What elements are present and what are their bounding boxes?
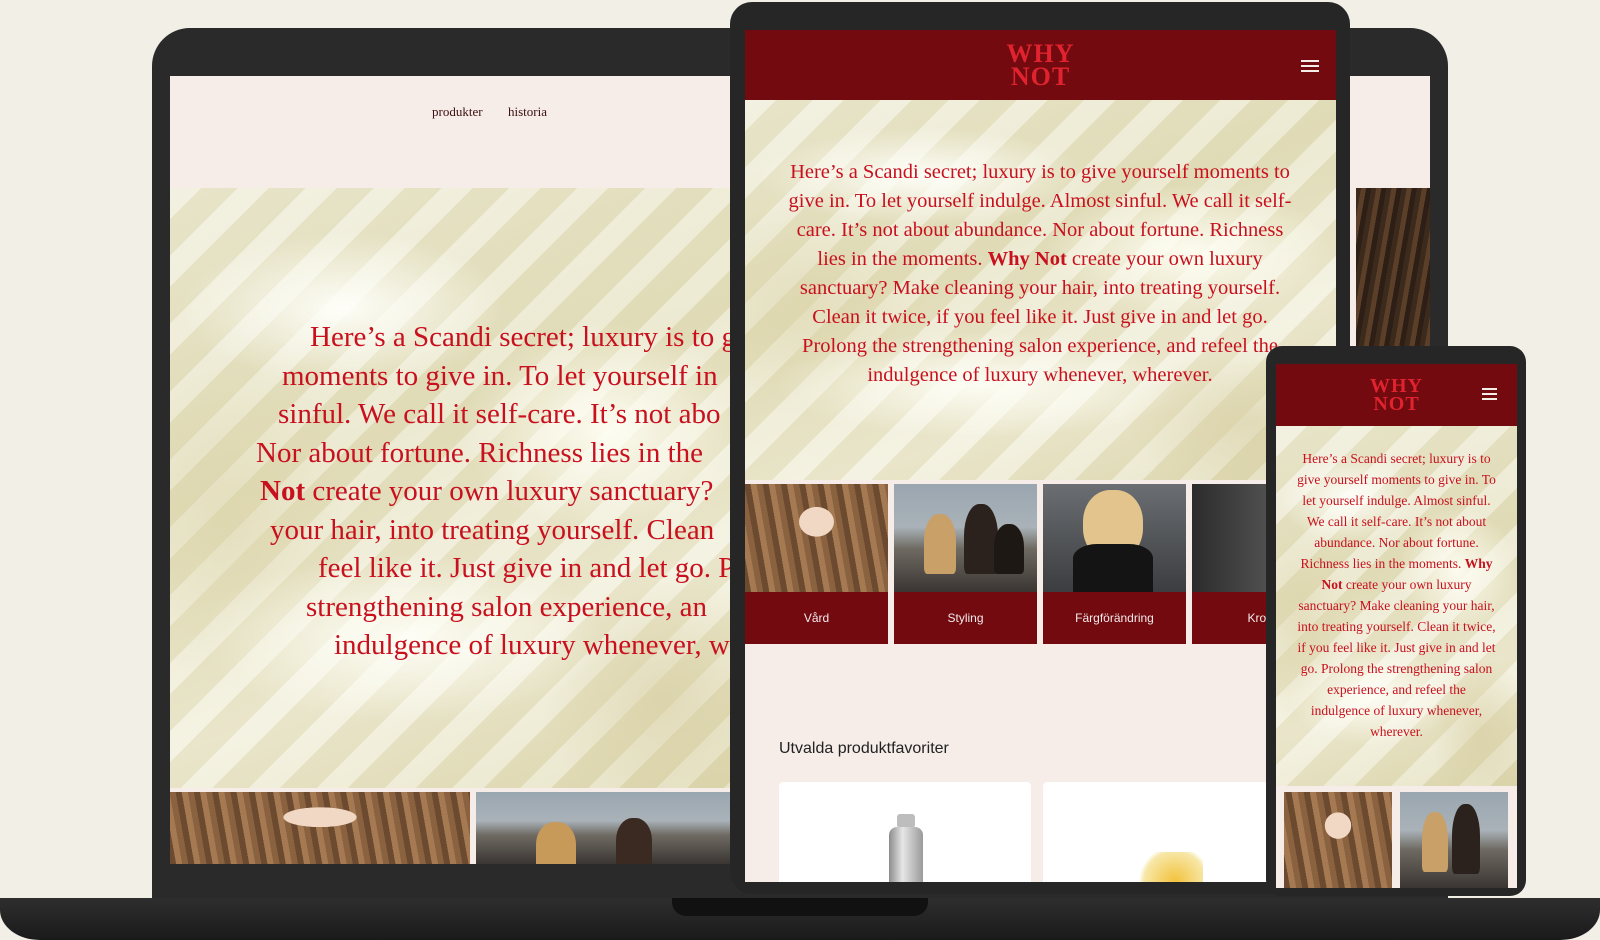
category-card-vard[interactable]: Vård <box>745 484 888 644</box>
category-label: Vård <box>745 592 888 644</box>
category-image[interactable] <box>476 792 756 864</box>
category-image <box>894 484 1037 592</box>
nav-link-produkter[interactable]: produkter <box>432 104 483 120</box>
hero-text-span: Here’s a Scandi secret; luxury is to giv… <box>1297 451 1496 571</box>
logo-line: NOT <box>1373 393 1420 415</box>
product-image <box>889 827 923 882</box>
product-image <box>1133 852 1203 882</box>
tablet-hero: Here’s a Scandi secret; luxury is to giv… <box>745 100 1336 480</box>
brand-logo[interactable]: WHY NOT <box>1276 376 1517 415</box>
hamburger-menu-icon[interactable] <box>1482 388 1497 400</box>
hero-text-span: create your own luxury sanctuary? <box>305 475 714 507</box>
tablet-hero-text: Here’s a Scandi secret; luxury is to giv… <box>785 158 1295 390</box>
category-row: Vård Styling Färgförändring Kropp <box>745 484 1336 644</box>
category-image <box>745 484 888 592</box>
tablet-header: WHY NOT <box>745 30 1336 100</box>
category-image[interactable] <box>1284 792 1392 888</box>
brand-logo[interactable]: WHY NOT <box>745 41 1336 91</box>
section-title: Utvalda produktfavoriter <box>779 740 949 757</box>
product-card[interactable] <box>779 782 1031 882</box>
hero-text-span: create your own luxury sanctuary? Make c… <box>1297 577 1496 739</box>
category-image <box>1043 484 1186 592</box>
nav-link-historia[interactable]: historia <box>508 104 547 120</box>
logo-line: NOT <box>1010 62 1071 91</box>
product-image <box>897 814 915 828</box>
laptop-notch <box>672 898 928 916</box>
category-label: Styling <box>894 592 1037 644</box>
category-image[interactable] <box>1400 792 1508 888</box>
hero-bold-text: Not <box>260 475 306 507</box>
phone-hero: Here’s a Scandi secret; luxury is to giv… <box>1276 426 1517 786</box>
category-card-fargforandring[interactable]: Färgförändring <box>1043 484 1186 644</box>
phone-hero-text: Here’s a Scandi secret; luxury is to giv… <box>1296 448 1497 742</box>
category-card-styling[interactable]: Styling <box>894 484 1037 644</box>
hamburger-menu-icon[interactable] <box>1301 60 1319 72</box>
phone-header: WHY NOT <box>1276 364 1517 426</box>
category-image[interactable] <box>170 792 470 864</box>
laptop-hero: Here’s a Scandi secret; luxury is to g m… <box>170 188 750 788</box>
product-card[interactable] <box>1043 782 1295 882</box>
phone-screen: WHY NOT Here’s a Scandi secret; luxury i… <box>1276 364 1517 888</box>
category-label: Färgförändring <box>1043 592 1186 644</box>
hero-bold-text: Why Not <box>987 248 1067 270</box>
tablet-screen: WHY NOT Here’s a Scandi secret; luxury i… <box>745 30 1336 882</box>
